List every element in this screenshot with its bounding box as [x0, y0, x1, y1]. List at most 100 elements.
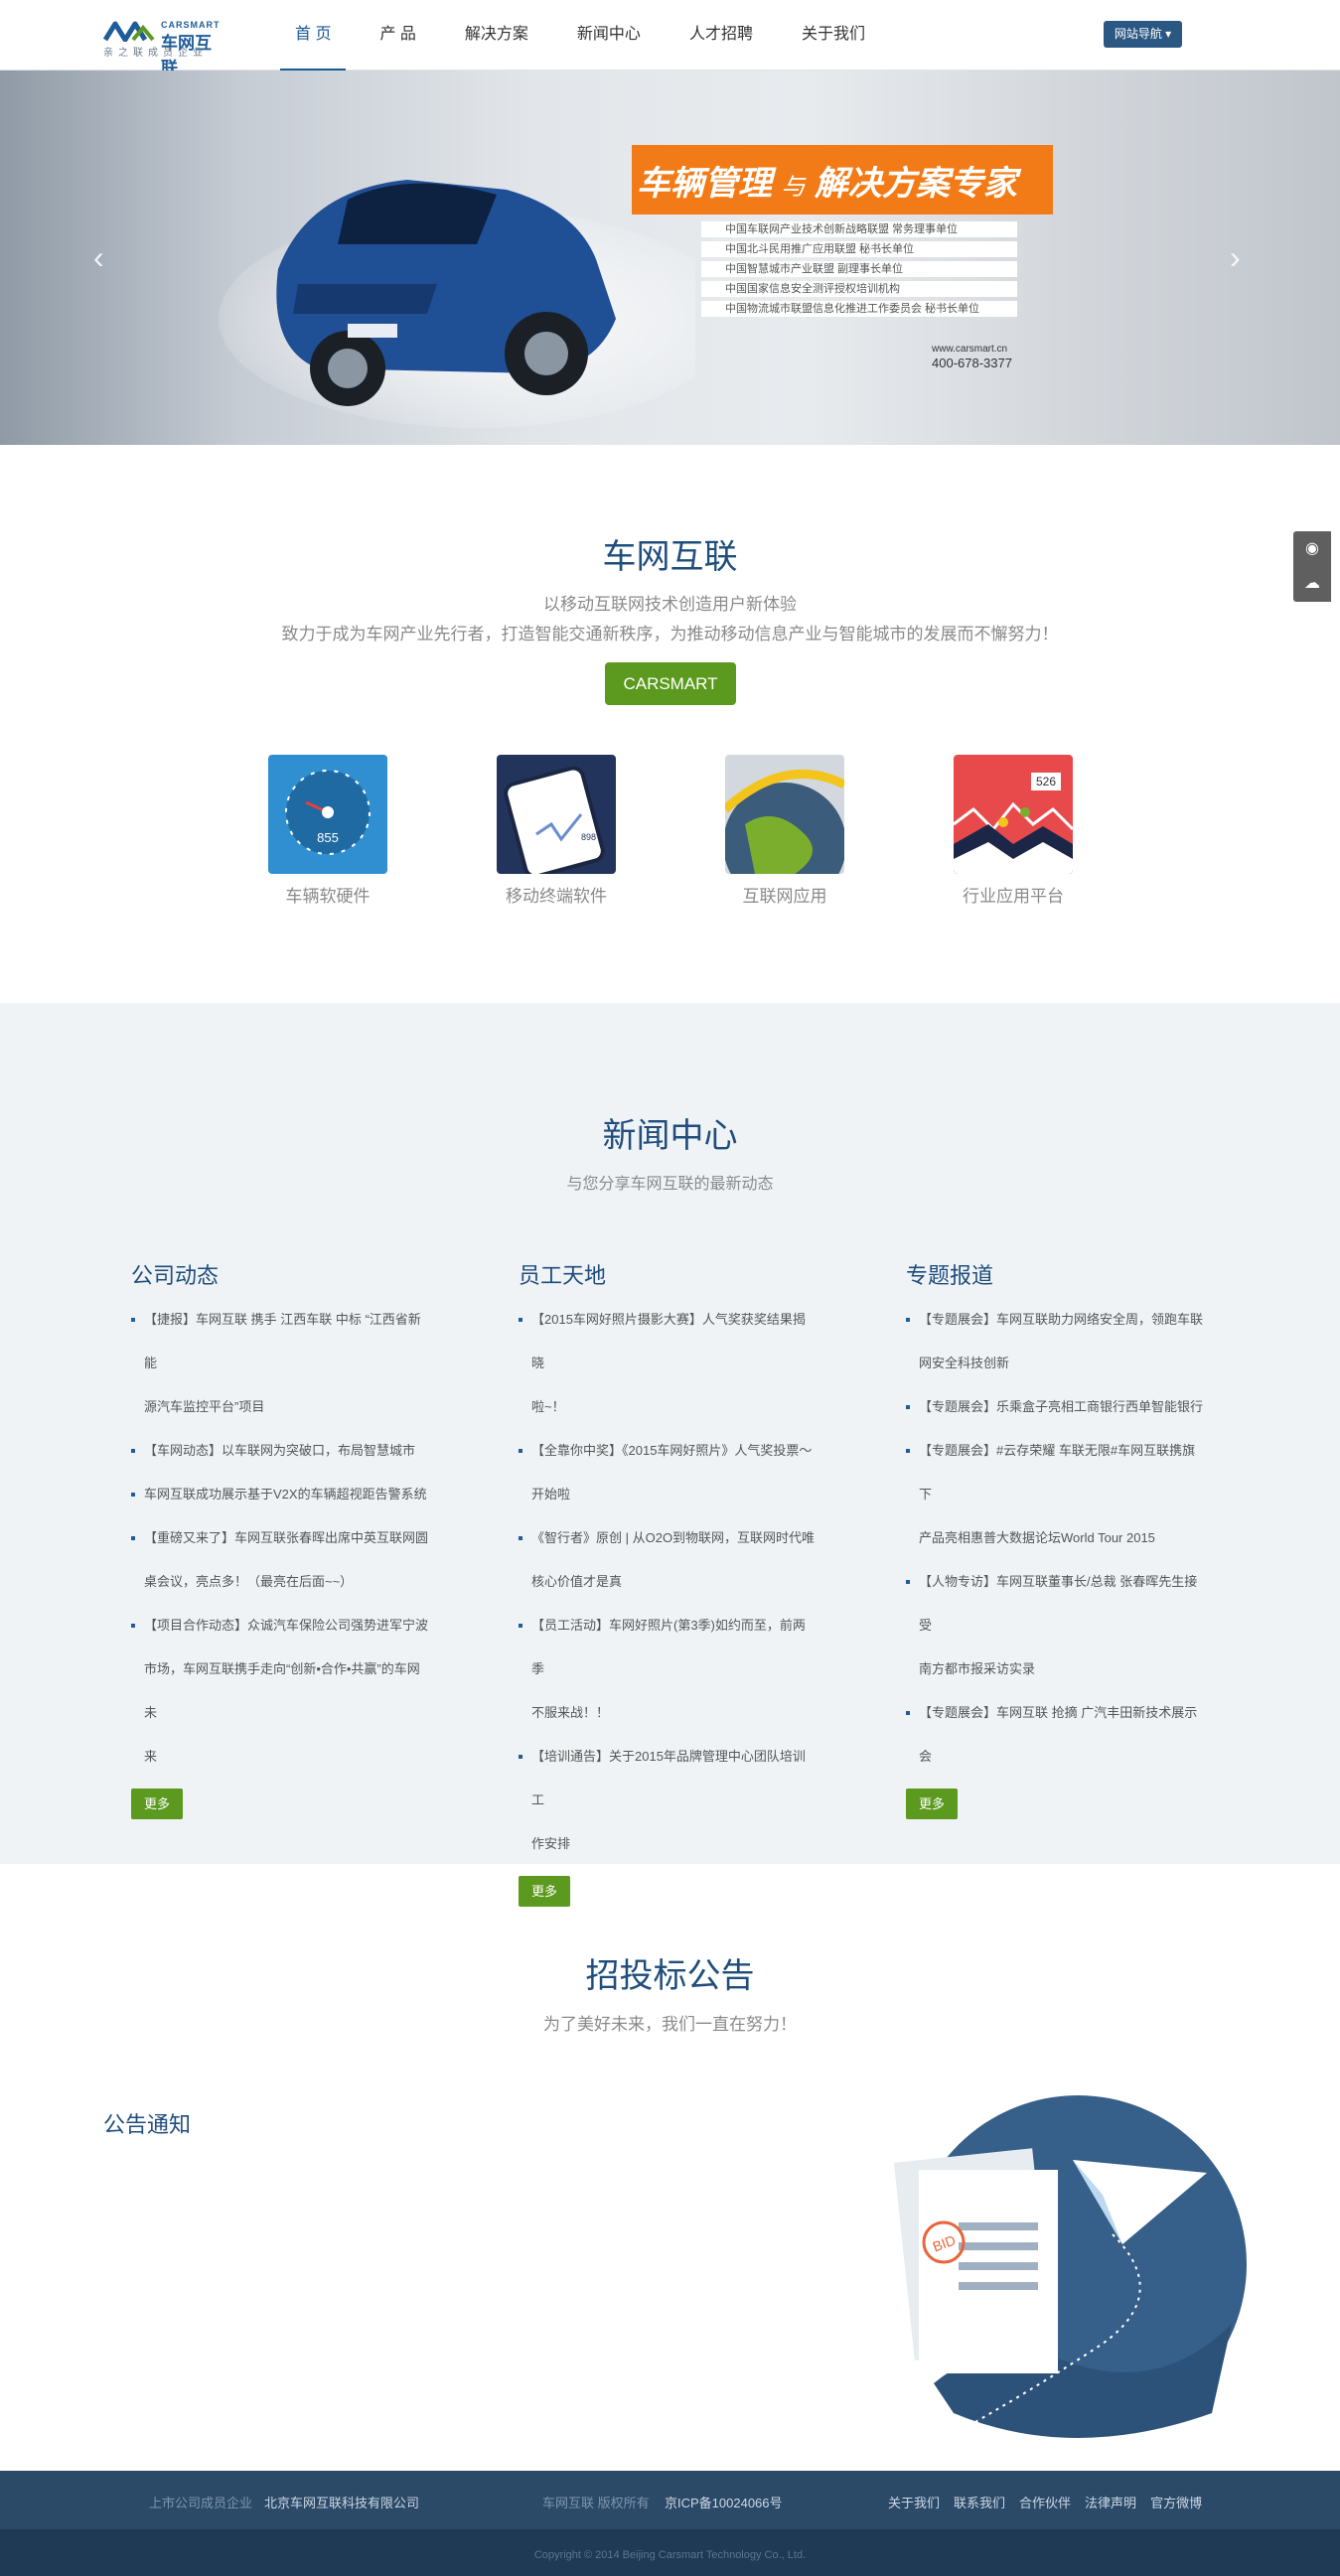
copyright: Copyright © 2014 Beijing Carsmart Techno…: [533, 2549, 807, 2561]
feature-label: 互联网应用: [742, 887, 827, 906]
nav-careers[interactable]: 人才招聘: [674, 0, 768, 71]
news-item[interactable]: 【专题展会】乐乘盒子亮相工商银行西单智能银行: [906, 1385, 1204, 1429]
footer-link-legal[interactable]: 法律声明: [1085, 2493, 1136, 2511]
feature-label: 行业应用平台: [963, 887, 1064, 906]
column-title: 员工天地: [519, 1263, 607, 1288]
feature-internet[interactable]: 互联网应用: [725, 755, 844, 907]
news-item-cont[interactable]: 啦~！: [519, 1385, 817, 1429]
news-item[interactable]: 【专题展会】#云存荣耀 车联无限#车网互联携旗下: [906, 1429, 1204, 1516]
news-list: 【捷报】车网互联 携手 江西车联 中标 “江西省新能 源汽车监控平台”项目 【车…: [131, 1298, 429, 1779]
news-list: 【2015车网好照片摄影大赛】人气奖获奖结果揭晓 啦~！ 【全靠你中奖】《201…: [519, 1298, 817, 1866]
main-nav: 首 页 产 品 解决方案 新闻中心 人才招聘 关于我们: [280, 0, 899, 71]
news-title: 新闻中心: [602, 1117, 738, 1155]
news-list: 【专题展会】车网互联助力网络安全周，领跑车联 网安全科技创新 【专题展会】乐乘盒…: [906, 1298, 1204, 1779]
news-item-cont[interactable]: 源汽车监控平台”项目: [131, 1385, 429, 1429]
feature-hardware[interactable]: 855 车辆软硬件: [268, 755, 387, 907]
column-title: 公司动态: [131, 1263, 220, 1288]
site-logo[interactable]: CARSMART 车网互联 亲之联成员企业: [103, 20, 227, 77]
bid-subtitle: 为了美好未来，我们一直在努力！: [543, 2015, 797, 2034]
chart-platform-icon: 526: [954, 755, 1073, 874]
news-item[interactable]: 【捷报】车网互联 携手 江西车联 中标 “江西省新能: [131, 1298, 429, 1385]
banner-title-c: 解决方案专家: [814, 165, 1017, 203]
car-image: [219, 180, 695, 428]
news-item[interactable]: 【重磅又来了】车网互联张春晖出席中英互联网圆: [131, 1516, 429, 1560]
news-subtitle: 与您分享车网互联的最新动态: [566, 1176, 774, 1193]
banner-line: 中国智慧城市产业联盟 副理事长单位: [701, 261, 1017, 277]
nav-solutions[interactable]: 解决方案: [450, 0, 543, 71]
more-button[interactable]: 更多: [131, 1789, 183, 1819]
more-button[interactable]: 更多: [906, 1789, 958, 1819]
footer-link-weibo[interactable]: 官方微博: [1150, 2493, 1202, 2511]
news-item[interactable]: 【全靠你中奖】《2015车网好照片》人气奖投票～: [519, 1429, 817, 1473]
news-item-cont[interactable]: 核心价值才是真: [519, 1560, 817, 1604]
nav-home[interactable]: 首 页: [280, 0, 347, 71]
news-item[interactable]: 【专题展会】车网互联 抢摘 广汽丰田新技术展示会: [906, 1691, 1204, 1779]
news-item[interactable]: 【员工活动】车网好照片(第3季)如约而至，前两季: [519, 1604, 817, 1691]
globe-icon: [725, 755, 844, 874]
banner-prev-arrow[interactable]: ‹: [93, 239, 104, 276]
news-item[interactable]: 【人物专访】车网互联董事长/总裁 张春晖先生接受: [906, 1560, 1204, 1647]
site-header: CARSMART 车网互联 亲之联成员企业 首 页 产 品 解决方案 新闻中心 …: [0, 0, 1340, 77]
news-item[interactable]: 【2015车网好照片摄影大赛】人气奖获奖结果揭晓: [519, 1298, 817, 1385]
banner-line: 中国车联网产业技术创新战略联盟 常务理事单位: [701, 221, 1017, 237]
footer-link-about[interactable]: 关于我们: [888, 2493, 940, 2511]
feature-platform[interactable]: 526 行业应用平台: [954, 755, 1073, 907]
footer-link-contact[interactable]: 联系我们: [954, 2493, 1005, 2511]
news-item[interactable]: 【专题展会】车网互联助力网络安全周，领跑车联: [906, 1298, 1204, 1342]
speed-value: 855: [317, 830, 339, 845]
footer-link-partners[interactable]: 合作伙伴: [1019, 2493, 1071, 2511]
site-nav-button[interactable]: 网站导航 ▾: [1104, 21, 1182, 48]
news-item-cont[interactable]: 产品亮相惠普大数据论坛World Tour 2015: [906, 1516, 1204, 1560]
intro-tagline: 以移动互联网技术创造用户新体验: [543, 595, 797, 614]
feature-label: 移动终端软件: [506, 887, 607, 906]
banner-next-arrow[interactable]: ›: [1230, 239, 1241, 276]
footer-company[interactable]: 北京车网互联科技有限公司: [264, 2493, 419, 2511]
speedometer-icon: 855: [268, 755, 387, 874]
mobile-phone-icon: 898: [497, 755, 616, 874]
news-item-cont[interactable]: 桌会议，亮点多！（最亮在后面~~）: [131, 1560, 429, 1604]
column-title: 专题报道: [906, 1263, 994, 1288]
banner-title: 车辆管理 与 解决方案专家: [637, 156, 1017, 205]
banner-title-b: 与: [781, 174, 806, 201]
news-item-cont[interactable]: 作安排: [519, 1822, 817, 1866]
news-item[interactable]: 【培训通告】关于2015年品牌管理中心团队培训工: [519, 1735, 817, 1822]
news-item[interactable]: 【项目合作动态】众诚汽车保险公司强势进军宁波: [131, 1604, 429, 1647]
footer-rights: 车网互联 版权所有: [542, 2496, 650, 2510]
news-item-cont[interactable]: 网安全科技创新: [906, 1342, 1204, 1385]
news-column-company: 公司动态 【捷报】车网互联 携手 江西车联 中标 “江西省新能 源汽车监控平台”…: [131, 1258, 429, 1819]
news-item-cont[interactable]: 不服来战！！: [519, 1691, 817, 1735]
footer-member-label: 上市公司成员企业: [149, 2496, 253, 2510]
nav-news[interactable]: 新闻中心: [562, 0, 656, 71]
footer-links: 关于我们 联系我们 合作伙伴 法律声明 官方微博: [888, 2493, 1202, 2511]
banner-line: 中国国家信息安全测评授权培训机构: [701, 281, 1017, 297]
bid-illustration: BID: [893, 2095, 1247, 2438]
bid-title: 招投标公告: [585, 1957, 755, 1995]
banner-phone: 400-678-3377: [932, 356, 1012, 370]
platform-value: 526: [1036, 775, 1056, 788]
news-item-cont[interactable]: 南方都市报采访实录: [906, 1647, 1204, 1691]
news-item[interactable]: 【车网动态】以车联网为突破口，布局智慧城市: [131, 1429, 429, 1473]
banner-title-a: 车辆管理: [637, 165, 772, 203]
more-button[interactable]: 更多: [519, 1876, 570, 1907]
banner-url: www.carsmart.cn: [932, 344, 1008, 355]
hero-banner: ‹ › 车辆管理 与 解决方案专家 中国车联网产业技术创新战略联盟 常务理事单位…: [0, 71, 1340, 445]
news-column-features: 专题报道 【专题展会】车网互联助力网络安全周，领跑车联 网安全科技创新 【专题展…: [906, 1258, 1204, 1819]
news-item[interactable]: 车网互联成功展示基于V2X的车辆超视距告警系统: [131, 1473, 429, 1516]
footer-top: 上市公司成员企业 北京车网互联科技有限公司 车网互联 版权所有 京ICP备100…: [0, 2471, 1340, 2529]
nav-about[interactable]: 关于我们: [787, 0, 880, 71]
feature-mobile[interactable]: 898 移动终端软件: [497, 755, 616, 907]
news-item-cont[interactable]: 来: [131, 1735, 429, 1779]
carsmart-button[interactable]: CARSMART: [605, 662, 736, 705]
feature-label: 车辆软硬件: [285, 887, 371, 906]
notice-title: 公告通知: [103, 2112, 192, 2137]
news-item[interactable]: 《智行者》原创 | 从O2O到物联网，互联网时代唯: [519, 1516, 817, 1560]
banner-line: 中国物流城市联盟信息化推进工作委员会 秘书长单位: [701, 301, 1017, 317]
footer-icp[interactable]: 京ICP备10024066号: [665, 2493, 783, 2511]
news-item-cont[interactable]: 市场，车网互联携手走向“创新•合作•共赢”的车网未: [131, 1647, 429, 1735]
logo-mark-icon: [103, 21, 155, 42]
news-item-cont[interactable]: 开始啦: [519, 1473, 817, 1516]
site-footer: 上市公司成员企业 北京车网互联科技有限公司 车网互联 版权所有 京ICP备100…: [0, 2471, 1340, 2576]
logo-subtitle: 亲之联成员企业: [103, 48, 208, 59]
nav-products[interactable]: 产 品: [365, 0, 430, 71]
intro-mission: 致力于成为车网产业先行者，打造智能交通新秩序，为推动移动信息产业与智能城市的发展…: [281, 625, 1059, 644]
